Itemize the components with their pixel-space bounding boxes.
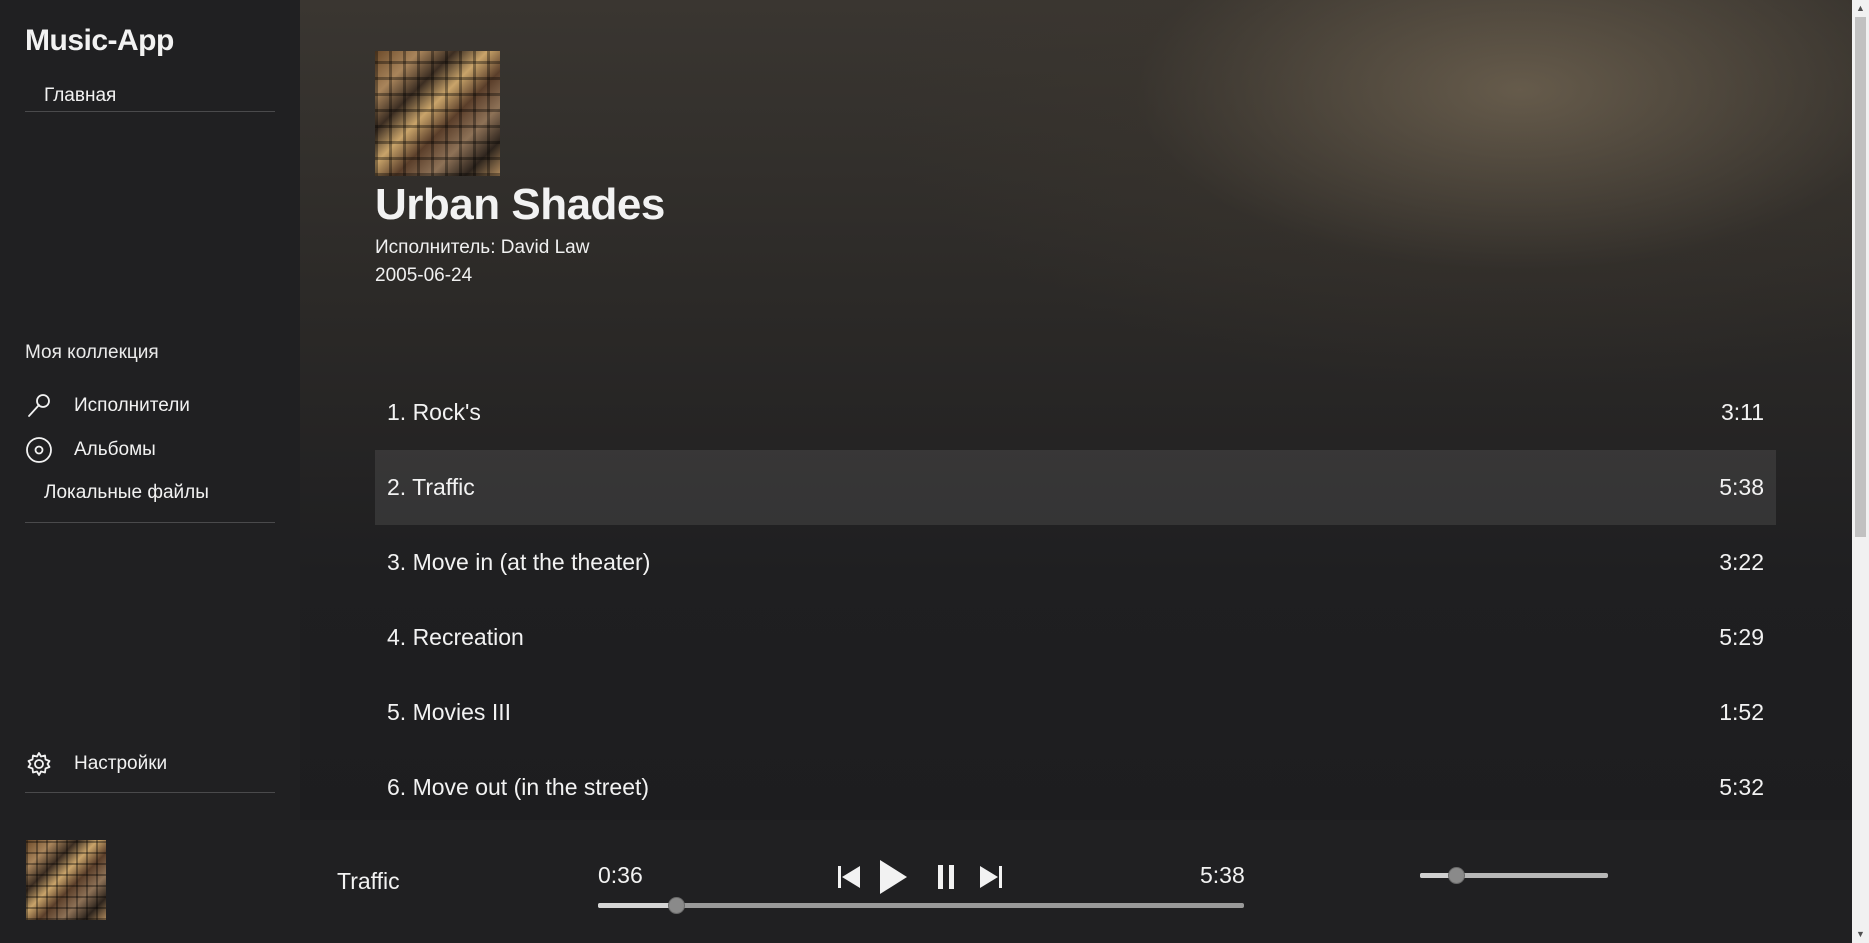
track-title: 3. Move in (at the theater) [387, 549, 651, 575]
next-button[interactable] [978, 863, 1004, 891]
scrollbar-thumb[interactable] [1855, 17, 1866, 537]
elapsed-time: 0:36 [598, 862, 643, 888]
disc-icon [25, 436, 53, 464]
volume-slider[interactable] [1420, 867, 1608, 884]
track-row-active[interactable]: 2. Traffic 5:38 [375, 450, 1776, 525]
album-date: 2005-06-24 [375, 265, 473, 286]
track-title: 6. Move out (in the street) [387, 774, 650, 800]
track-title: 2. Traffic [387, 474, 475, 500]
microphone-icon [25, 392, 53, 420]
album-view: Urban Shades Исполнитель: David Law 2005… [300, 0, 1852, 820]
app-title: Music-App [25, 24, 174, 57]
track-row[interactable]: 4. Recreation 5:29 [375, 600, 1776, 675]
sidebar-divider [25, 792, 275, 793]
track-duration: 5:32 [1719, 774, 1764, 800]
pause-button[interactable] [936, 863, 958, 891]
volume-handle[interactable] [1448, 867, 1465, 884]
track-title: 1. Rock's [387, 399, 481, 425]
sidebar-item-albums-label: Альбомы [74, 439, 156, 460]
sidebar-item-albums[interactable]: Альбомы [25, 432, 275, 468]
track-duration: 1:52 [1719, 699, 1764, 725]
sidebar-item-artists-label: Исполнители [74, 395, 190, 416]
album-title: Urban Shades [375, 180, 665, 229]
next-icon [978, 863, 1004, 891]
now-playing-cover [26, 840, 106, 920]
track-row[interactable]: 3. Move in (at the theater) 3:22 [375, 525, 1776, 600]
album-cover [375, 51, 500, 176]
sidebar-item-local-files[interactable]: Локальные файлы [25, 475, 275, 511]
player-bar: Traffic 0:36 5:38 [0, 820, 1852, 943]
sidebar-item-settings-label: Настройки [74, 753, 168, 774]
collection-heading: Моя коллекция [25, 342, 159, 363]
sidebar-item-artists[interactable]: Исполнители [25, 388, 275, 424]
sidebar-item-local-files-label: Локальные файлы [44, 482, 209, 503]
progress-slider[interactable] [598, 897, 1244, 914]
total-time: 5:38 [1200, 862, 1245, 888]
scroll-down-icon[interactable]: ▼ [1852, 926, 1869, 943]
track-row[interactable]: 5. Movies III 1:52 [375, 675, 1776, 750]
play-button[interactable] [877, 858, 909, 896]
now-playing-title: Traffic [337, 868, 400, 894]
pause-icon [936, 863, 958, 891]
sidebar: Music-App Главная Моя коллекция Исполнит… [0, 0, 300, 820]
previous-icon [836, 863, 862, 891]
track-title: 4. Recreation [387, 624, 524, 650]
track-row[interactable]: 6. Move out (in the street) 5:32 [375, 750, 1776, 820]
progress-fill [598, 903, 676, 908]
scroll-up-icon[interactable]: ▲ [1852, 0, 1869, 17]
track-duration: 5:38 [1719, 474, 1764, 500]
sidebar-divider [25, 522, 275, 523]
progress-handle[interactable] [668, 897, 685, 914]
track-duration: 5:29 [1719, 624, 1764, 650]
sidebar-item-home-label: Главная [44, 85, 117, 106]
sidebar-item-settings[interactable]: Настройки [25, 746, 275, 782]
sidebar-item-home[interactable]: Главная [25, 80, 275, 112]
track-duration: 3:11 [1720, 399, 1764, 425]
album-artist: Исполнитель: David Law [375, 237, 590, 258]
previous-button[interactable] [836, 863, 862, 891]
play-icon [877, 858, 909, 896]
gear-icon [25, 750, 53, 778]
track-duration: 3:22 [1719, 549, 1764, 575]
track-title: 5. Movies III [387, 699, 511, 725]
page-scrollbar[interactable]: ▲ ▼ [1852, 0, 1869, 943]
track-row[interactable]: 1. Rock's 3:11 [375, 375, 1776, 450]
